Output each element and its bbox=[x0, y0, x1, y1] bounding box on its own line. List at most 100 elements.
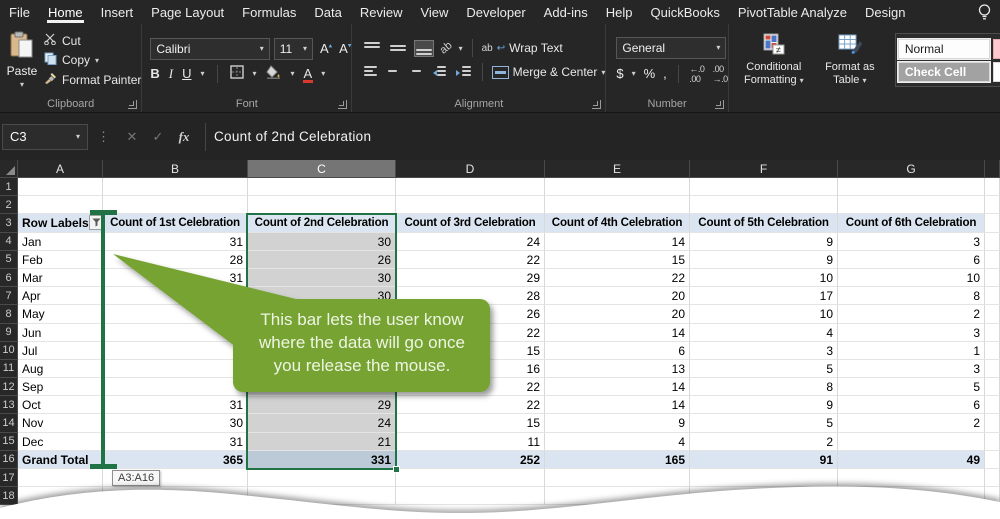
style-chip-normal[interactable]: Normal bbox=[896, 37, 991, 60]
cell-D17[interactable] bbox=[396, 469, 545, 488]
orientation-button[interactable]: ab bbox=[438, 39, 455, 56]
tab-page-layout[interactable]: Page Layout bbox=[142, 0, 233, 24]
row-header-11[interactable]: 11 bbox=[0, 359, 18, 379]
cell-A13[interactable]: Oct bbox=[18, 396, 103, 415]
cell-B9[interactable] bbox=[103, 323, 248, 342]
cell-C4[interactable]: 30 bbox=[248, 232, 396, 251]
cell-H5[interactable] bbox=[985, 250, 1000, 269]
cell-D2[interactable] bbox=[396, 196, 545, 215]
cut-button[interactable]: Cut bbox=[44, 33, 141, 48]
row-header-15[interactable]: 15 bbox=[0, 432, 18, 451]
cell-F3[interactable]: Count of 5th Celebration bbox=[690, 214, 838, 233]
conditional-formatting-button[interactable]: ≠ Conditional Formatting ▾ bbox=[737, 33, 811, 87]
cell-H13[interactable] bbox=[985, 396, 1000, 415]
cell-E16[interactable]: 165 bbox=[545, 450, 690, 469]
row-header-18[interactable]: 18 bbox=[0, 487, 18, 506]
row-header-4[interactable]: 4 bbox=[0, 232, 18, 251]
tab-formulas[interactable]: Formulas bbox=[233, 0, 305, 24]
cell-E12[interactable]: 14 bbox=[545, 378, 690, 397]
cell-A15[interactable]: Dec bbox=[18, 432, 103, 451]
wrap-text-button[interactable]: ab ↩ Wrap Text bbox=[482, 41, 563, 55]
cell-D15[interactable]: 11 bbox=[396, 432, 545, 451]
font-name-select[interactable]: Calibri ▾ bbox=[150, 37, 270, 60]
style-chip-check-cell[interactable]: Check Cell bbox=[896, 60, 991, 83]
cell-E3[interactable]: Count of 4th Celebration bbox=[545, 214, 690, 233]
cell-H15[interactable] bbox=[985, 432, 1000, 451]
row-header-2[interactable]: 2 bbox=[0, 196, 18, 215]
align-bottom-button[interactable] bbox=[414, 39, 435, 57]
cell-B13[interactable]: 31 bbox=[103, 396, 248, 415]
cell-D11[interactable]: 16 bbox=[396, 359, 545, 379]
cell-H4[interactable] bbox=[985, 232, 1000, 251]
cell-G4[interactable]: 3 bbox=[838, 232, 985, 251]
cell-G13[interactable]: 6 bbox=[838, 396, 985, 415]
cell-H12[interactable] bbox=[985, 378, 1000, 397]
cell-B8[interactable] bbox=[103, 305, 248, 324]
align-middle-button[interactable] bbox=[388, 40, 408, 57]
cell-B10[interactable] bbox=[103, 341, 248, 360]
cell-B12[interactable] bbox=[103, 378, 248, 397]
cell-H7[interactable] bbox=[985, 287, 1000, 306]
cell-F1[interactable] bbox=[690, 178, 838, 197]
tab-insert[interactable]: Insert bbox=[92, 0, 143, 24]
cell-H9[interactable] bbox=[985, 323, 1000, 342]
cell-F15[interactable]: 2 bbox=[690, 432, 838, 451]
tab-view[interactable]: View bbox=[411, 0, 457, 24]
cell-F11[interactable]: 5 bbox=[690, 359, 838, 379]
cell-B6[interactable]: 31 bbox=[103, 268, 248, 288]
cell-H18[interactable] bbox=[985, 487, 1000, 506]
cell-G14[interactable]: 2 bbox=[838, 414, 985, 433]
cell-G11[interactable]: 3 bbox=[838, 359, 985, 379]
name-box[interactable]: C3 ▾ bbox=[2, 123, 88, 150]
cell-G15[interactable] bbox=[838, 432, 985, 451]
cell-G12[interactable]: 5 bbox=[838, 378, 985, 397]
cell-C7[interactable]: 30 bbox=[248, 287, 396, 306]
column-header-C[interactable]: C bbox=[248, 160, 396, 178]
underline-button[interactable]: U bbox=[182, 66, 191, 81]
fill-color-button[interactable] bbox=[265, 65, 282, 82]
increase-decimal-button[interactable]: ←.0 .00 bbox=[689, 64, 705, 84]
cell-D8[interactable]: 26 bbox=[396, 305, 545, 324]
cell-B2[interactable] bbox=[103, 196, 248, 215]
cell-E18[interactable] bbox=[545, 487, 690, 506]
cell-F2[interactable] bbox=[690, 196, 838, 215]
cell-A11[interactable]: Aug bbox=[18, 359, 103, 379]
cell-A12[interactable]: Sep bbox=[18, 378, 103, 397]
cell-B5[interactable]: 28 bbox=[103, 250, 248, 269]
cell-F13[interactable]: 9 bbox=[690, 396, 838, 415]
cell-F8[interactable]: 10 bbox=[690, 305, 838, 324]
cell-H11[interactable] bbox=[985, 359, 1000, 379]
cell-D14[interactable]: 15 bbox=[396, 414, 545, 433]
decrease-decimal-button[interactable]: .00 →.0 bbox=[713, 64, 729, 84]
cell-F16[interactable]: 91 bbox=[690, 450, 838, 469]
cell-A7[interactable]: Apr bbox=[18, 287, 103, 306]
row-header-3[interactable]: 3 bbox=[0, 214, 18, 233]
cell-H8[interactable] bbox=[985, 305, 1000, 324]
cell-B4[interactable]: 31 bbox=[103, 232, 248, 251]
cell-F9[interactable]: 4 bbox=[690, 323, 838, 342]
cell-D12[interactable]: 22 bbox=[396, 378, 545, 397]
row-header-10[interactable]: 10 bbox=[0, 341, 18, 360]
align-top-button[interactable] bbox=[362, 40, 382, 57]
cell-C17[interactable] bbox=[248, 469, 396, 488]
tab-add-ins[interactable]: Add-ins bbox=[535, 0, 597, 24]
font-color-caret-icon[interactable]: ▾ bbox=[321, 69, 325, 78]
cell-G18[interactable] bbox=[838, 487, 985, 506]
cell-E13[interactable]: 14 bbox=[545, 396, 690, 415]
cell-D16[interactable]: 252 bbox=[396, 450, 545, 469]
cell-E1[interactable] bbox=[545, 178, 690, 197]
column-header-F[interactable]: F bbox=[690, 160, 838, 178]
cell-B7[interactable] bbox=[103, 287, 248, 306]
align-center-button[interactable] bbox=[385, 64, 401, 81]
cell-C1[interactable] bbox=[248, 178, 396, 197]
cell-F12[interactable]: 8 bbox=[690, 378, 838, 397]
cell-E5[interactable]: 15 bbox=[545, 250, 690, 269]
cell-F18[interactable] bbox=[690, 487, 838, 506]
cell-C6[interactable]: 30 bbox=[248, 268, 396, 288]
row-labels-filter-button[interactable] bbox=[88, 215, 102, 231]
font-dialog-launcher[interactable] bbox=[338, 100, 348, 109]
cell-C5[interactable]: 26 bbox=[248, 250, 396, 269]
cell-G5[interactable]: 6 bbox=[838, 250, 985, 269]
borders-button[interactable] bbox=[229, 65, 244, 82]
cell-D18[interactable] bbox=[396, 487, 545, 506]
